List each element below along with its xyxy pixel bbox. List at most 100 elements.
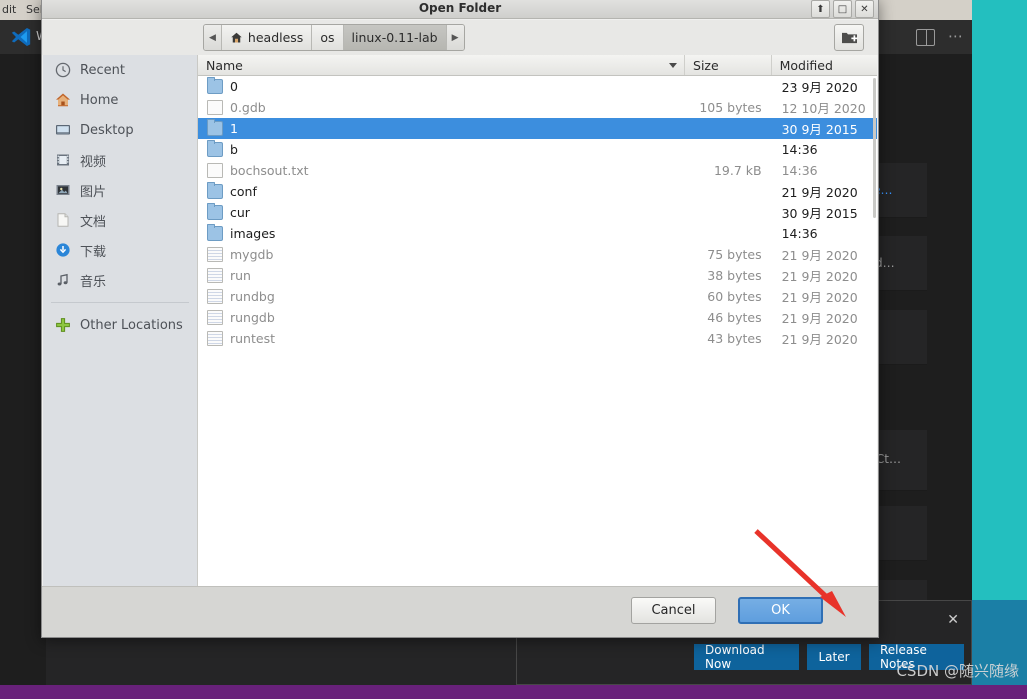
breadcrumb-item-headless[interactable]: headless: [221, 25, 313, 50]
file-name-label: run: [230, 268, 251, 283]
sidebar-item-desktop[interactable]: Desktop: [43, 115, 197, 145]
file-size-cell: 19.7 kB: [713, 163, 762, 178]
table-row[interactable]: 0.gdb 105 bytes 12 10月 2020: [198, 97, 877, 118]
maximize-button[interactable]: □: [833, 0, 852, 18]
download-now-button[interactable]: Download Now: [694, 643, 799, 671]
file-name-cell: b: [198, 140, 685, 157]
file-modified-cell: 21 9月 2020: [781, 290, 858, 305]
folder-icon: [207, 182, 223, 199]
cancel-button[interactable]: Cancel: [631, 597, 716, 624]
dialog-titlebar[interactable]: Open Folder ⬆ □ ✕: [42, 0, 878, 19]
folder-icon: [207, 77, 223, 94]
sidebar-item-documents[interactable]: 文档: [43, 205, 197, 235]
file-modified-cell: 21 9月 2020: [781, 248, 858, 263]
table-row[interactable]: bochsout.txt 19.7 kB 14:36: [198, 160, 877, 181]
home-icon: [231, 32, 242, 42]
file-name-label: b: [230, 142, 238, 157]
table-row[interactable]: runtest 43 bytes 21 9月 2020: [198, 328, 877, 349]
sidebar-item-downloads[interactable]: 下载: [43, 235, 197, 265]
file-name-label: conf: [230, 184, 257, 199]
file-name-label: 0: [230, 79, 238, 94]
dialog-title: Open Folder: [418, 1, 502, 15]
close-icon[interactable]: ✕: [947, 613, 959, 627]
table-row[interactable]: 1 30 9月 2015: [198, 118, 877, 139]
script-icon: [207, 268, 223, 283]
vscode-logo-icon: [11, 28, 31, 46]
file-modified-cell: 21 9月 2020: [781, 269, 858, 284]
sidebar-item-videos[interactable]: 视频: [43, 145, 197, 175]
ok-button[interactable]: OK: [738, 597, 823, 624]
file-name-cell: runtest: [198, 331, 685, 346]
file-name-label: 1: [230, 121, 238, 136]
sidebar-item-label: Recent: [80, 62, 125, 78]
vscode-statusbar: [0, 685, 1027, 699]
file-name-cell: 0: [198, 77, 685, 94]
file-list-rows: 0 23 9月 2020 0.gdb 105 bytes 12 10月 2020 1 30 …: [198, 76, 877, 586]
file-name-label: bochsout.txt: [230, 163, 309, 178]
table-row[interactable]: rungdb 46 bytes 21 9月 2020: [198, 307, 877, 328]
sidebar-item-pictures[interactable]: 图片: [43, 175, 197, 205]
file-modified-cell: 12 10月 2020: [781, 101, 866, 116]
file-name-cell: rundbg: [198, 289, 685, 304]
column-label: Size: [693, 57, 719, 73]
folder-icon: [207, 224, 223, 241]
later-button[interactable]: Later: [807, 644, 861, 670]
home-icon: [54, 92, 71, 109]
sidebar-item-other-locations[interactable]: Other Locations: [43, 310, 197, 340]
table-row[interactable]: images 14:36: [198, 223, 877, 244]
file-name-cell: bochsout.txt: [198, 163, 685, 178]
file-icon: [207, 163, 223, 178]
file-name-label: rundbg: [230, 289, 275, 304]
folder-icon: [207, 119, 223, 136]
sidebar-item-home[interactable]: Home: [43, 85, 197, 115]
file-name-cell: 1: [198, 119, 685, 136]
file-modified-cell: 23 9月 2020: [781, 80, 858, 95]
column-header-name[interactable]: Name: [198, 55, 686, 75]
split-editor-icon[interactable]: [916, 29, 935, 46]
table-row[interactable]: b 14:36: [198, 139, 877, 160]
file-modified-cell: 14:36: [781, 142, 818, 157]
column-header-modified[interactable]: Modified: [772, 55, 877, 75]
ellipsis-icon[interactable]: ⋯: [948, 29, 965, 44]
file-modified-cell: 21 9月 2020: [781, 185, 858, 200]
file-name-cell: rungdb: [198, 310, 685, 325]
table-row[interactable]: mygdb 75 bytes 21 9月 2020: [198, 244, 877, 265]
sidebar-item-music[interactable]: 音乐: [43, 265, 197, 295]
breadcrumb-label: linux-0.11-lab: [351, 30, 438, 45]
table-row[interactable]: cur 30 9月 2015: [198, 202, 877, 223]
video-icon: [54, 152, 71, 169]
desktop-background: [972, 0, 1027, 685]
file-name-cell: cur: [198, 203, 685, 220]
desktop-icon: [54, 122, 71, 139]
sort-descending-icon: [669, 63, 678, 68]
file-size-cell: 46 bytes: [707, 310, 762, 325]
window-controls: ⬆ □ ✕: [811, 0, 874, 18]
file-list-scrollbar[interactable]: [872, 76, 877, 586]
close-button[interactable]: ✕: [855, 0, 874, 18]
column-header-size[interactable]: Size: [685, 55, 772, 75]
scrollbar-thumb[interactable]: [873, 78, 876, 218]
table-row[interactable]: conf 21 9月 2020: [198, 181, 877, 202]
table-row[interactable]: rundbg 60 bytes 21 9月 2020: [198, 286, 877, 307]
file-name-label: images: [230, 226, 276, 241]
breadcrumb-back-button[interactable]: ◀: [204, 25, 222, 50]
menu-item-edit[interactable]: dit: [2, 3, 16, 16]
breadcrumb-item-linux-0-11-lab[interactable]: linux-0.11-lab: [343, 25, 447, 50]
sidebar-item-label: Desktop: [80, 122, 134, 138]
breadcrumb-forward-button[interactable]: ▶: [446, 25, 464, 50]
script-icon: [207, 289, 223, 304]
file-name-label: cur: [230, 205, 250, 220]
sidebar-item-label: Home: [80, 92, 119, 108]
documents-icon: [54, 212, 71, 229]
create-folder-icon[interactable]: [834, 24, 864, 51]
breadcrumb: ◀ headless os linux-0.11-lab ▶: [203, 24, 465, 51]
shade-button[interactable]: ⬆: [811, 0, 830, 18]
file-size-cell: 38 bytes: [707, 268, 762, 283]
file-name-label: rungdb: [230, 310, 275, 325]
file-name-label: runtest: [230, 331, 275, 346]
table-row[interactable]: 0 23 9月 2020: [198, 76, 877, 97]
table-row[interactable]: run 38 bytes 21 9月 2020: [198, 265, 877, 286]
breadcrumb-item-os[interactable]: os: [312, 25, 344, 50]
file-name-label: mygdb: [230, 247, 274, 262]
sidebar-item-recent[interactable]: Recent: [43, 55, 197, 85]
